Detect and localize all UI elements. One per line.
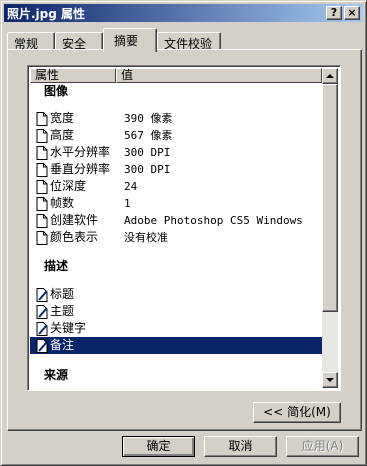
apply-button[interactable]: 应用(A) xyxy=(286,436,359,457)
property-value: 没有校准 xyxy=(124,231,168,244)
document-icon xyxy=(36,112,48,126)
document-icon xyxy=(36,146,48,160)
list-item[interactable]: 标题 xyxy=(30,286,322,303)
help-button[interactable]: ? xyxy=(326,6,342,20)
pencil-document-icon xyxy=(36,288,48,302)
list-item[interactable]: 水平分辨率 300 DPI xyxy=(30,144,322,161)
list-rows: 图像 宽度 390 像素 高度 567 像素 水平分辨率 300 DPI 垂直分… xyxy=(30,83,322,390)
column-header-property[interactable]: 属性 xyxy=(30,68,116,83)
property-value: 24 xyxy=(124,180,138,193)
list-header: 属性 值 xyxy=(30,68,322,83)
property-name: 垂直分辨率 xyxy=(50,162,111,176)
close-button[interactable]: × xyxy=(344,6,360,20)
list-item[interactable]: 颜色表示 没有校准 xyxy=(30,229,322,246)
scroll-thumb[interactable] xyxy=(322,84,338,312)
summary-panel: 属性 值 图像 宽度 390 像素 高度 567 像素 水平分辨率 300 DP… xyxy=(7,49,362,431)
property-value: 567 像素 xyxy=(124,129,173,142)
property-name: 关键字 xyxy=(50,321,87,335)
window-title: 照片.jpg 属性 xyxy=(7,6,86,21)
arrow-up-icon xyxy=(326,74,334,78)
tab-summary[interactable]: 摘要 xyxy=(103,28,157,52)
property-name: 颜色表示 xyxy=(50,230,99,244)
group-heading-description: 描述 xyxy=(44,259,69,273)
ok-button[interactable]: 确定 xyxy=(122,436,195,457)
title-bar: 照片.jpg 属性 ? × xyxy=(4,4,363,22)
document-icon xyxy=(36,231,48,245)
property-name: 帧数 xyxy=(50,196,75,210)
list-item[interactable]: 位深度 24 xyxy=(30,178,322,195)
list-item[interactable]: 宽度 390 像素 xyxy=(30,110,322,127)
property-name: 标题 xyxy=(50,287,75,301)
pencil-document-icon xyxy=(36,322,48,336)
document-icon xyxy=(36,180,48,194)
property-name: 高度 xyxy=(50,128,75,142)
pencil-document-icon xyxy=(36,339,48,353)
scroll-up-button[interactable] xyxy=(322,68,338,84)
list-item-selected[interactable]: 备注 xyxy=(30,337,322,354)
group-heading-source: 来源 xyxy=(44,368,69,382)
arrow-down-icon xyxy=(326,378,334,382)
property-name: 位深度 xyxy=(50,179,87,193)
scroll-down-button[interactable] xyxy=(322,372,338,388)
property-list[interactable]: 属性 值 图像 宽度 390 像素 高度 567 像素 水平分辨率 300 DP… xyxy=(27,65,341,391)
vertical-scrollbar[interactable] xyxy=(322,68,338,388)
property-value: 390 像素 xyxy=(124,112,173,125)
group-heading-image: 图像 xyxy=(44,84,69,98)
list-item[interactable]: 关键字 xyxy=(30,320,322,337)
simplify-button[interactable]: << 简化(M) xyxy=(253,402,341,423)
document-icon xyxy=(36,163,48,177)
property-value: 300 DPI xyxy=(124,163,171,176)
list-item[interactable]: 主题 xyxy=(30,303,322,320)
list-item[interactable]: 高度 567 像素 xyxy=(30,127,322,144)
pencil-document-icon xyxy=(36,305,48,319)
property-name: 水平分辨率 xyxy=(50,145,111,159)
property-name: 备注 xyxy=(50,338,75,352)
list-item[interactable]: 创建软件 Adobe Photoshop CS5 Windows xyxy=(30,212,322,229)
property-value: 1 xyxy=(124,197,131,210)
document-icon xyxy=(36,129,48,143)
column-header-value[interactable]: 值 xyxy=(116,68,322,83)
list-item[interactable]: 垂直分辨率 300 DPI xyxy=(30,161,322,178)
property-value: 300 DPI xyxy=(124,146,171,159)
document-icon xyxy=(36,214,48,228)
property-value: Adobe Photoshop CS5 Windows xyxy=(124,214,303,227)
properties-dialog: 照片.jpg 属性 ? × 常规 安全 摘要 文件校验 属性 值 图像 宽度 3… xyxy=(0,0,367,466)
property-name: 创建软件 xyxy=(50,213,99,227)
property-name: 宽度 xyxy=(50,111,75,125)
cancel-button[interactable]: 取消 xyxy=(204,436,277,457)
list-item[interactable]: 帧数 1 xyxy=(30,195,322,212)
property-name: 主题 xyxy=(50,304,75,318)
document-icon xyxy=(36,197,48,211)
